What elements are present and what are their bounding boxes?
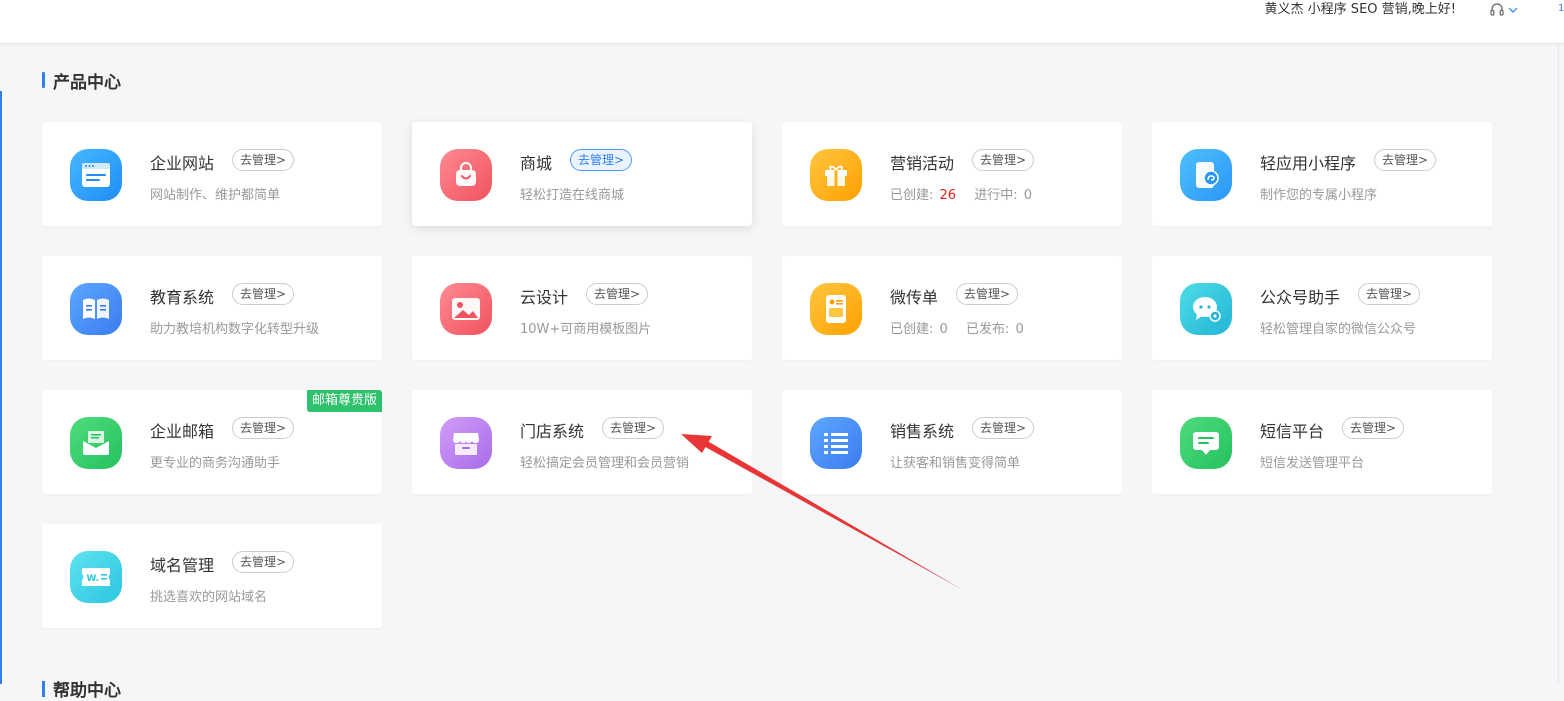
product-card-education[interactable]: 教育系统 去管理> 助力教培机构数字化转型升级 [42,256,382,360]
left-accent-line [0,91,2,684]
card-title: 短信平台 [1260,422,1325,441]
card-title: 门店系统 [520,422,585,441]
card-title: 微传单 [890,288,939,307]
manage-button[interactable]: 去管理> [1342,417,1405,439]
wechat-icon [1180,283,1232,335]
manage-button[interactable]: 去管理> [972,417,1035,439]
card-title: 域名管理 [150,556,215,575]
card-description: 短信发送管理平台 [1260,456,1365,471]
card-stats: 已创建: 0 已发布: 0 [890,318,1024,337]
product-card-enterprise-mail[interactable]: 邮箱尊贵版 企业邮箱 去管理> 更专业的商务沟通助手 [42,390,382,494]
right-divider [1558,44,1559,684]
customer-service-menu[interactable] [1489,1,1519,19]
product-card-store-system[interactable]: 门店系统 去管理> 轻松搞定会员管理和会员营销 [412,390,752,494]
manage-button[interactable]: 去管理> [1358,283,1421,305]
card-title: 商城 [520,154,553,173]
manage-button[interactable]: 去管理> [956,283,1019,305]
manage-button[interactable]: 去管理> [232,551,295,573]
card-description: 更专业的商务沟通助手 [150,456,281,471]
product-card-sales-system[interactable]: 销售系统 去管理> 让获客和销售变得简单 [782,390,1122,494]
product-card-marketing[interactable]: 营销活动 去管理> 已创建: 26 进行中: 0 [782,122,1122,226]
website-icon [70,149,122,201]
mail-icon [70,417,122,469]
manage-button[interactable]: 去管理> [586,283,649,305]
product-card-website[interactable]: 企业网站 去管理> 网站制作、维护都简单 [42,122,382,226]
manage-button[interactable]: 去管理> [1374,149,1437,171]
manage-button[interactable]: 去管理> [232,417,295,439]
card-title: 营销活动 [890,154,955,173]
created-count: 26 [939,188,957,203]
manage-button[interactable]: 去管理> [972,149,1035,171]
card-title: 企业网站 [150,154,215,173]
card-description: 让获客和销售变得简单 [890,456,1021,471]
section-title: 产品中心 [42,70,121,93]
image-icon [440,283,492,335]
chevron-down-icon [1508,7,1518,13]
manage-button[interactable]: 去管理> [602,417,665,439]
help-title-text: 帮助中心 [53,681,121,701]
section-title-bar [42,680,45,697]
gift-icon [810,149,862,201]
headset-icon [1490,3,1504,16]
created-label: 已创建: [890,322,934,337]
created-count: 0 [939,322,948,337]
created-label: 已创建: [890,188,934,203]
published-count: 0 [1015,322,1024,337]
product-card-domain[interactable]: W. 域名管理 去管理> 挑选喜欢的网站域名 [42,524,382,628]
list-icon [810,417,862,469]
published-label: 已发布: [965,322,1010,337]
card-title: 轻应用小程序 [1260,154,1357,173]
card-title: 公众号助手 [1260,288,1341,307]
running-count: 0 [1023,188,1033,203]
card-title: 企业邮箱 [150,422,215,441]
card-description: 10W+可商用模板图片 [520,322,652,337]
shopping-bag-icon [440,149,492,201]
open-book-icon [70,283,122,335]
user-greeting: 黄义杰 小程序 SEO 营销,晚上好! [1264,2,1456,17]
card-title: 销售系统 [890,422,955,441]
product-card-official-account[interactable]: 公众号助手 去管理> 轻松管理自家的微信公众号 [1152,256,1492,360]
product-card-flyer[interactable]: 微传单 去管理> 已创建: 0 已发布: 0 [782,256,1122,360]
store-icon [440,417,492,469]
edge-number: 1 [1558,3,1564,14]
mini-program-icon [1180,149,1232,201]
domain-icon: W. [70,551,122,603]
card-description: 挑选喜欢的网站域名 [150,590,268,605]
mail-premium-badge: 邮箱尊贵版 [306,390,382,412]
sms-icon [1180,417,1232,469]
help-section-title: 帮助中心 [42,676,121,701]
product-card-cloud-design[interactable]: 云设计 去管理> 10W+可商用模板图片 [412,256,752,360]
card-title: 云设计 [520,288,569,307]
top-bar: 黄义杰 小程序 SEO 营销,晚上好! 1 [0,0,1564,44]
card-description: 网站制作、维护都简单 [150,188,281,203]
manage-button[interactable]: 去管理> [232,283,295,305]
card-description: 制作您的专属小程序 [1260,188,1378,203]
card-stats: 已创建: 26 进行中: 0 [890,184,1032,203]
product-grid: 企业网站 去管理> 网站制作、维护都简单 商城 去管理> 轻松打造在线商城 营销… [42,122,1492,628]
product-card-mini-program[interactable]: 轻应用小程序 去管理> 制作您的专属小程序 [1152,122,1492,226]
manage-button[interactable]: 去管理> [232,149,295,171]
card-description: 轻松管理自家的微信公众号 [1260,322,1417,337]
product-card-sms[interactable]: 短信平台 去管理> 短信发送管理平台 [1152,390,1492,494]
product-card-mall[interactable]: 商城 去管理> 轻松打造在线商城 [412,122,752,226]
card-description: 轻松打造在线商城 [520,188,625,203]
manage-button[interactable]: 去管理> [570,149,633,171]
running-label: 进行中: [974,188,1018,203]
svg-text:W.: W. [87,574,100,584]
card-description: 轻松搞定会员管理和会员营销 [520,456,690,471]
card-title: 教育系统 [150,288,215,307]
section-title-text: 产品中心 [53,72,121,93]
section-title-bar [42,72,45,88]
card-description: 助力教培机构数字化转型升级 [150,322,320,337]
flyer-icon [810,283,862,335]
